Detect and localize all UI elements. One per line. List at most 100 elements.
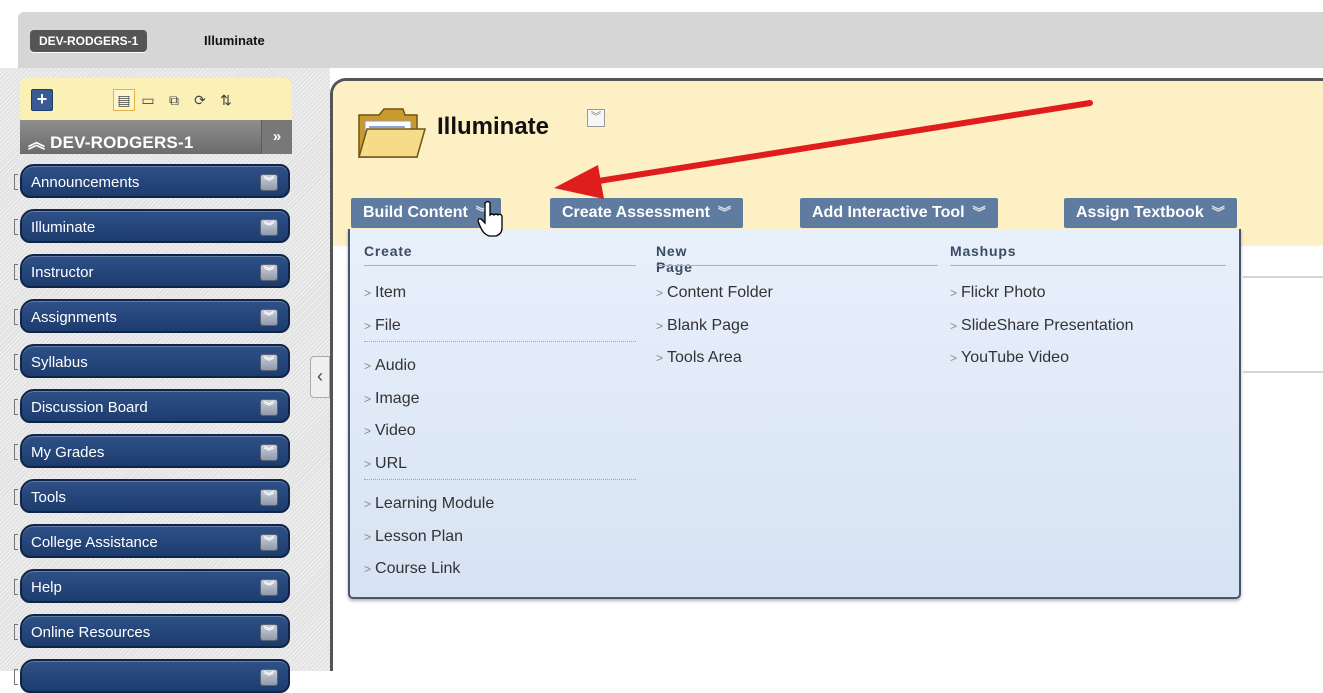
chevron-down-icon: ︾ xyxy=(972,205,986,220)
chevron-down-icon[interactable]: ︾ xyxy=(260,399,278,416)
list-view-icon[interactable]: ▤ xyxy=(113,89,135,111)
divider xyxy=(656,265,938,266)
reorder-handle-icon[interactable] xyxy=(14,579,18,595)
course-menu-item[interactable]: ︾ xyxy=(20,659,290,693)
refresh-icon[interactable]: ⟳ xyxy=(190,90,210,110)
dropdown-menu-item-label: Learning Module xyxy=(375,495,495,512)
reorder-handle-icon[interactable] xyxy=(14,174,18,190)
reorder-handle-icon[interactable] xyxy=(14,444,18,460)
dropdown-menu-item[interactable]: > Audio xyxy=(364,357,416,375)
course-menu-toolbar: + ▤ ▭ ⧉ ⟳ ⇅ xyxy=(20,78,292,120)
reorder-handle-icon[interactable] xyxy=(14,309,18,325)
course-menu-item[interactable]: Assignments ︾ xyxy=(20,299,290,333)
create-assessment-button[interactable]: Create Assessment ︾ xyxy=(550,198,743,228)
reorder-handle-icon[interactable] xyxy=(14,354,18,370)
dropdown-menu-item[interactable]: > File xyxy=(364,317,401,335)
course-menu-item[interactable]: Syllabus ︾ xyxy=(20,344,290,378)
course-menu-item-label: Syllabus xyxy=(31,354,88,371)
dropdown-menu-item[interactable]: > Learning Module xyxy=(364,495,494,513)
dropdown-menu-item[interactable]: > Item xyxy=(364,284,406,302)
chevron-down-icon[interactable]: ︾ xyxy=(260,354,278,371)
chevron-down-icon[interactable]: ︾ xyxy=(260,309,278,326)
dropdown-menu-item[interactable]: > Course Link xyxy=(364,560,460,578)
course-menu-item-label: Instructor xyxy=(31,264,94,281)
reorder-handle-icon[interactable] xyxy=(14,219,18,235)
dropdown-menu-item-label: Video xyxy=(375,422,416,439)
divider xyxy=(1243,276,1323,278)
collapse-panel-handle[interactable]: ‹ xyxy=(310,356,330,398)
chevron-down-icon[interactable]: ︾ xyxy=(260,489,278,506)
chevron-down-icon: ︾ xyxy=(717,205,731,220)
dropdown-column-heading: Create xyxy=(364,243,413,259)
chevron-right-icon: > xyxy=(950,286,958,300)
chevron-right-icon: > xyxy=(364,286,372,300)
dropdown-menu-item[interactable]: > URL xyxy=(364,455,407,473)
divider xyxy=(1243,371,1323,373)
reorder-handle-icon[interactable] xyxy=(14,669,18,685)
collapse-up-icon: ︽ xyxy=(28,133,46,152)
course-menu-item[interactable]: Discussion Board ︾ xyxy=(20,389,290,423)
course-menu-item-label: My Grades xyxy=(31,444,105,461)
dropdown-menu-item[interactable]: > Blank Page xyxy=(656,317,749,335)
dropdown-menu-item[interactable]: > SlideShare Presentation xyxy=(950,317,1134,335)
assign-textbook-button[interactable]: Assign Textbook ︾ xyxy=(1064,198,1237,228)
chevron-down-icon[interactable]: ︾ xyxy=(260,444,278,461)
chevron-down-icon[interactable]: ︾ xyxy=(260,219,278,236)
dropdown-menu-item[interactable]: > Lesson Plan xyxy=(364,528,463,546)
course-menu-item[interactable]: Tools ︾ xyxy=(20,479,290,513)
top-strip xyxy=(0,0,1323,12)
chevron-right-icon: > xyxy=(364,456,372,471)
build-content-button[interactable]: Build Content ︾ xyxy=(351,198,501,228)
reorder-handle-icon[interactable] xyxy=(14,399,18,415)
dropdown-menu-item-label: File xyxy=(375,316,401,334)
chevron-right-icon: > xyxy=(364,562,372,576)
reorder-handle-icon[interactable] xyxy=(14,624,18,640)
dropdown-menu-item-label: Tools Area xyxy=(667,349,742,366)
dropdown-menu-item-label: Image xyxy=(375,389,420,407)
reorder-handle-icon[interactable] xyxy=(14,534,18,550)
add-menu-item-button[interactable]: + xyxy=(31,89,53,111)
chevron-down-icon[interactable]: ︾ xyxy=(260,579,278,596)
chevron-right-icon: > xyxy=(656,318,664,333)
chevron-down-icon[interactable]: ︾ xyxy=(260,624,278,641)
dropdown-menu-item-label: Flickr Photo xyxy=(961,284,1046,301)
dropdown-menu-item[interactable]: > Tools Area xyxy=(656,349,742,367)
dropdown-menu-item-label: Audio xyxy=(375,357,416,374)
course-name-header[interactable]: ︽ DEV-RODGERS-1 » xyxy=(20,120,292,154)
dropdown-menu-item[interactable]: > Content Folder xyxy=(656,284,773,302)
folder-view-icon[interactable]: ▭ xyxy=(138,90,158,110)
sort-icon[interactable]: ⇅ xyxy=(216,90,236,110)
add-interactive-tool-button[interactable]: Add Interactive Tool ︾ xyxy=(800,198,998,228)
chevron-down-icon[interactable]: ︾ xyxy=(260,669,278,686)
course-menu-item[interactable]: Instructor ︾ xyxy=(20,254,290,288)
course-menu-item[interactable]: My Grades ︾ xyxy=(20,434,290,468)
course-menu-item-label: Illuminate xyxy=(31,219,96,236)
title-options-button[interactable]: ︾ xyxy=(587,109,605,127)
chevron-right-icon: > xyxy=(364,529,372,544)
course-menu-item[interactable]: Online Resources ︾ xyxy=(20,614,290,648)
chevron-right-icon: > xyxy=(364,391,372,406)
reorder-handle-icon[interactable] xyxy=(14,489,18,505)
course-menu-item[interactable]: Announcements ︾ xyxy=(20,164,290,198)
course-menu-item[interactable]: College Assistance ︾ xyxy=(20,524,290,558)
dropdown-menu-item[interactable]: > YouTube Video xyxy=(950,349,1069,367)
chevron-down-icon[interactable]: ︾ xyxy=(260,534,278,551)
chevron-right-icon: > xyxy=(656,286,664,300)
dropdown-menu-item[interactable]: > Video xyxy=(364,422,416,440)
dropdown-menu-item[interactable]: > Flickr Photo xyxy=(950,284,1045,302)
breadcrumb-course[interactable]: DEV-RODGERS-1 xyxy=(30,30,148,52)
window-view-icon[interactable]: ⧉ xyxy=(164,90,184,110)
divider xyxy=(364,341,636,342)
chevron-down-icon[interactable]: ︾ xyxy=(260,174,278,191)
collapse-menu-button[interactable]: » xyxy=(261,120,292,154)
course-menu-item[interactable]: Help ︾ xyxy=(20,569,290,603)
course-menu-item[interactable]: Illuminate ︾ xyxy=(20,209,290,243)
reorder-handle-icon[interactable] xyxy=(14,264,18,280)
course-menu-item-label: Help xyxy=(31,579,62,596)
course-menu-item-label: Online Resources xyxy=(31,624,151,641)
dropdown-menu-item-label: SlideShare Presentation xyxy=(961,316,1134,334)
dropdown-menu-item[interactable]: > Image xyxy=(364,390,419,408)
breadcrumb: DEV-RODGERS-1 Illuminate xyxy=(18,12,1323,68)
assign-textbook-label: Assign Textbook xyxy=(1076,204,1204,221)
chevron-down-icon[interactable]: ︾ xyxy=(260,264,278,281)
